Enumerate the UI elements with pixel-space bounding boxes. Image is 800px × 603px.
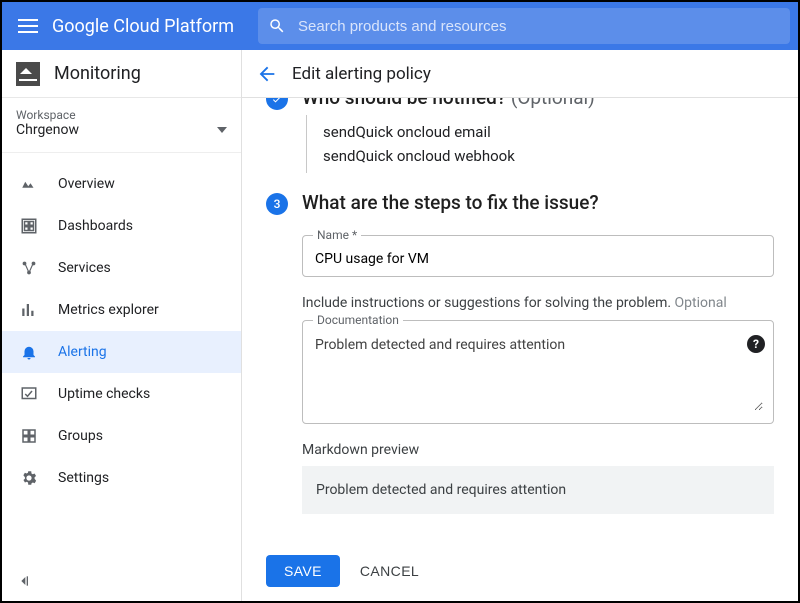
nav-item-settings[interactable]: Settings (2, 457, 241, 499)
nav-label: Overview (58, 176, 115, 192)
nav-list: Overview Dashboards Services Metrics exp… (2, 163, 241, 561)
policy-name-legend: Name * (313, 228, 361, 242)
cancel-button[interactable]: CANCEL (354, 562, 425, 580)
nav-item-dashboards[interactable]: Dashboards (2, 205, 241, 247)
channel-item: sendQuick oncloud email (323, 123, 774, 141)
documentation-legend: Documentation (313, 313, 403, 327)
notification-channels: sendQuick oncloud email sendQuick onclou… (306, 115, 774, 173)
nav-item-alerting[interactable]: Alerting (2, 331, 241, 373)
page-title: Edit alerting policy (292, 64, 431, 84)
help-icon[interactable]: ? (747, 335, 765, 353)
step-notify: Who should be notified? (Optional) sendQ… (266, 98, 774, 181)
policy-name-field[interactable]: Name * (302, 228, 774, 277)
step-fix: 3 What are the steps to fix the issue? N… (266, 191, 774, 514)
step-fix-title: What are the steps to fix the issue? (302, 191, 774, 214)
documentation-hint: Include instructions or suggestions for … (302, 295, 774, 311)
collapse-sidebar-button[interactable] (2, 561, 241, 601)
back-arrow-icon[interactable] (256, 63, 286, 85)
menu-icon[interactable] (10, 8, 46, 44)
nav-item-groups[interactable]: Groups (2, 415, 241, 457)
services-icon (18, 259, 40, 277)
dashboards-icon (18, 217, 40, 235)
section-title: Monitoring (54, 63, 141, 84)
nav-item-overview[interactable]: Overview (2, 163, 241, 205)
nav-item-uptime[interactable]: Uptime checks (2, 373, 241, 415)
nav-label: Services (58, 260, 111, 276)
overview-icon (18, 175, 40, 193)
save-button[interactable]: SAVE (266, 555, 340, 587)
workspace-label: Workspace (16, 108, 227, 122)
markdown-preview-label: Markdown preview (302, 442, 774, 458)
step-notify-title: Who should be notified? (Optional) (302, 98, 774, 109)
nav-item-services[interactable]: Services (2, 247, 241, 289)
step-number-badge: 3 (266, 193, 288, 215)
groups-icon (18, 427, 40, 445)
uptime-icon (18, 385, 40, 403)
chevron-down-icon (217, 127, 227, 133)
channel-item: sendQuick oncloud webhook (323, 147, 774, 165)
page-header: Edit alerting policy (242, 50, 798, 98)
step-done-badge (266, 98, 288, 110)
section-header: Monitoring (2, 50, 241, 98)
search-icon (268, 17, 286, 35)
nav-label: Dashboards (58, 218, 133, 234)
nav-label: Metrics explorer (58, 302, 159, 318)
form-footer: SAVE CANCEL (242, 543, 798, 601)
search-input[interactable] (296, 17, 780, 36)
sidebar: Monitoring Workspace Chrgenow Overview D… (2, 50, 242, 601)
documentation-field[interactable]: Documentation ? (302, 313, 774, 424)
brand-title: Google Cloud Platform (52, 16, 234, 37)
top-bar: Google Cloud Platform (2, 2, 798, 50)
workspace-name: Chrgenow (16, 122, 79, 138)
policy-name-input[interactable] (313, 250, 763, 268)
metrics-icon (18, 301, 40, 319)
markdown-preview: Problem detected and requires attention (302, 466, 774, 514)
main-panel: Edit alerting policy Who should be notif… (242, 50, 798, 601)
monitoring-icon (16, 62, 40, 86)
nav-label: Alerting (58, 344, 107, 360)
nav-label: Uptime checks (58, 386, 150, 402)
nav-item-metrics[interactable]: Metrics explorer (2, 289, 241, 331)
documentation-textarea[interactable] (313, 335, 763, 411)
form-scroll-area[interactable]: Who should be notified? (Optional) sendQ… (242, 98, 798, 543)
search-field[interactable] (258, 8, 790, 44)
settings-icon (18, 469, 40, 487)
alerting-icon (18, 343, 40, 361)
nav-label: Groups (58, 428, 103, 444)
nav-label: Settings (58, 470, 109, 486)
workspace-selector[interactable]: Workspace Chrgenow (2, 98, 241, 153)
